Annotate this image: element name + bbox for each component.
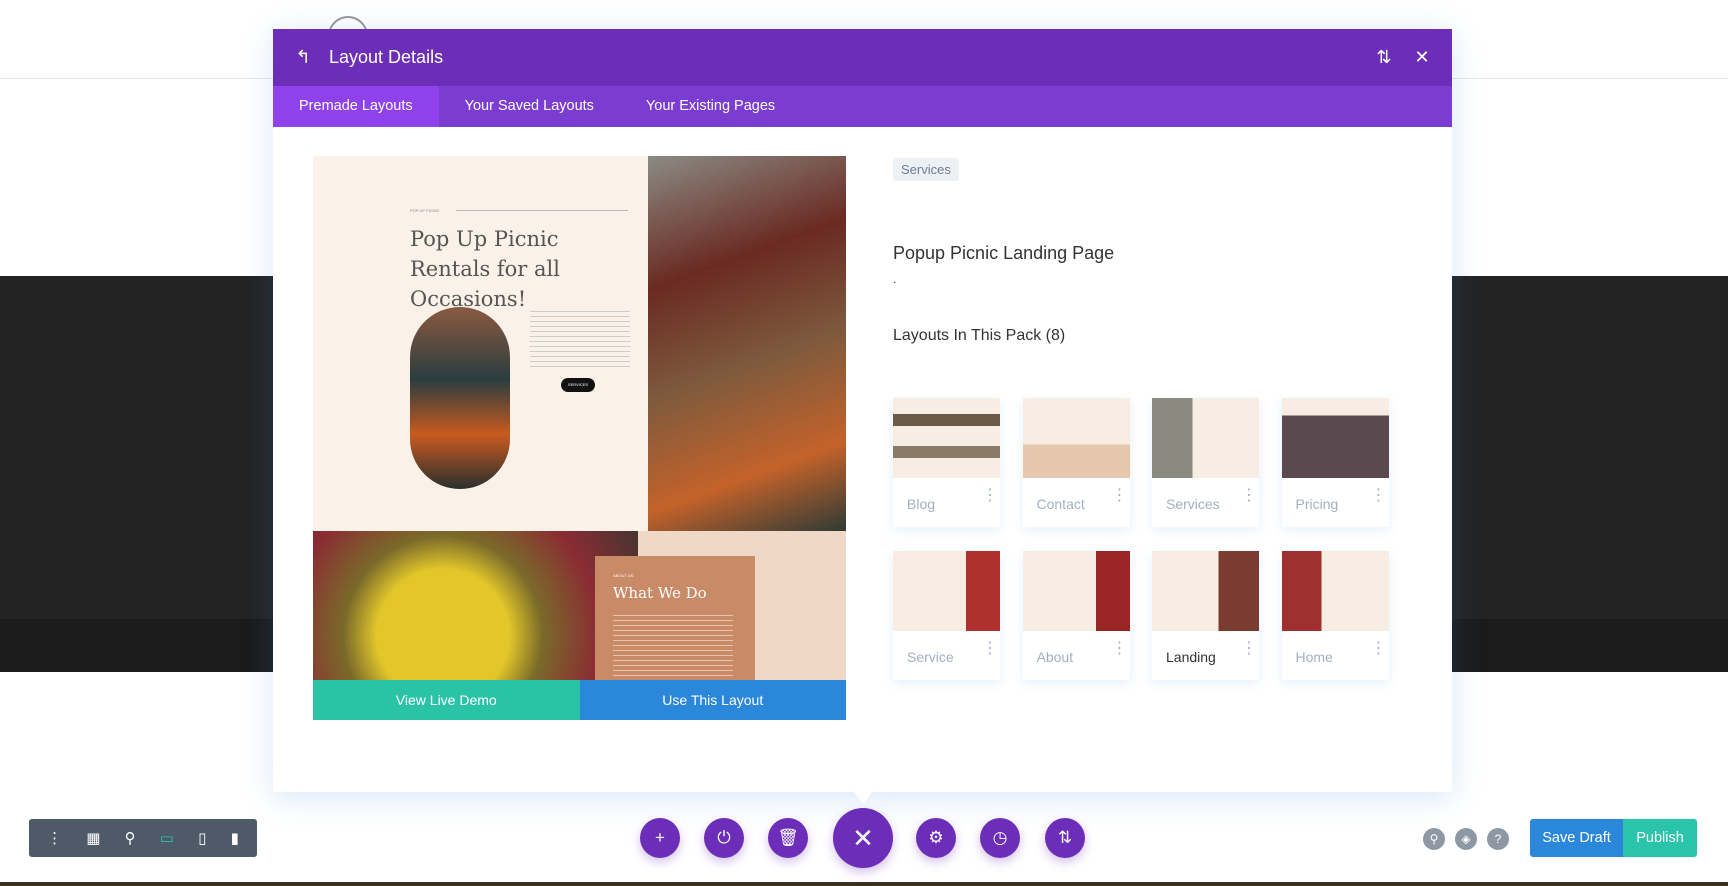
trash-icon: 🗑 [777, 828, 799, 847]
search-button[interactable]: ⚲ [1423, 828, 1445, 850]
preview-heading: Pop Up Picnic Rentals for all Occasions! [410, 227, 560, 311]
sort-button[interactable]: ⇅ [1045, 818, 1085, 858]
layout-thumbnail [893, 551, 1000, 631]
preview-oval-photo [410, 307, 510, 489]
layout-thumbnail [893, 398, 1000, 478]
zoom-icon[interactable]: ⚲ [125, 829, 136, 847]
category-badge: Services [893, 158, 959, 181]
layout-thumbnail [1022, 551, 1130, 631]
layout-card-pricing[interactable]: Pricing ⋮ [1281, 398, 1389, 527]
preview-body-text [530, 307, 630, 367]
power-icon: ⏻ [717, 828, 731, 847]
modal-pointer [854, 792, 872, 804]
modal-tabs: Premade Layouts Your Saved Layouts Your … [273, 86, 1452, 127]
save-draft-button[interactable]: Save Draft [1530, 819, 1623, 857]
layout-details-modal: ↰ Layout Details ⇅ ✕ Premade Layouts You… [273, 29, 1452, 792]
layout-description: . [893, 272, 897, 286]
gear-icon: ⚙ [928, 828, 944, 847]
pack-heading: Layouts In This Pack (8) [893, 327, 1066, 344]
preview-divider [456, 210, 628, 211]
back-arrow-icon[interactable]: ↰ [291, 47, 315, 68]
tab-premade-layouts[interactable]: Premade Layouts [273, 86, 439, 127]
layout-card-contact[interactable]: Contact ⋮ [1022, 398, 1130, 527]
layout-card-landing[interactable]: Landing ⋮ [1152, 551, 1259, 680]
publish-button[interactable]: Publish [1623, 819, 1697, 857]
layout-thumbnail [1281, 551, 1389, 631]
layout-card-label: Blog [907, 496, 936, 512]
view-live-demo-button[interactable]: View Live Demo [313, 680, 580, 720]
modal-title: Layout Details [329, 47, 444, 67]
preview-kicker: POP UP PICNIC [410, 208, 440, 213]
layout-card-about[interactable]: About ⋮ [1022, 551, 1130, 680]
more-options-icon[interactable]: ⋮ [1112, 488, 1128, 504]
layout-card-label: Home [1295, 649, 1333, 665]
layout-card-service[interactable]: Service ⋮ [893, 551, 1000, 680]
preview-about-box: ABOUT US What We Do [595, 556, 755, 680]
preview-actions: View Live Demo Use This Layout [313, 680, 846, 720]
preview-picnic-photo [648, 156, 846, 531]
close-builder-button[interactable]: ✕ [833, 808, 893, 868]
more-options-icon[interactable]: ⋮ [1371, 488, 1387, 504]
view-toolbar: ⋮ ▦ ⚲ ▭ ▯ ▮ [29, 819, 257, 857]
phone-view-icon[interactable]: ▮ [231, 829, 239, 847]
more-options-icon[interactable]: ⋮ [1241, 641, 1257, 657]
layers-icon: ◈ [1461, 832, 1471, 846]
layout-card-label: Pricing [1295, 496, 1339, 512]
help-icon: ? [1494, 832, 1502, 846]
more-options-icon[interactable]: ⋮ [982, 641, 998, 657]
layout-card-label: Services [1166, 496, 1220, 512]
tab-your-saved-layouts[interactable]: Your Saved Layouts [439, 86, 620, 127]
history-button[interactable]: ◷ [980, 818, 1020, 858]
layout-card-label: Contact [1036, 496, 1085, 512]
search-icon: ⚲ [1429, 832, 1439, 846]
more-options-icon[interactable]: ⋮ [47, 829, 62, 847]
tab-your-existing-pages[interactable]: Your Existing Pages [620, 86, 801, 127]
plus-icon: + [655, 828, 665, 847]
layout-card-services[interactable]: Services ⋮ [1152, 398, 1259, 527]
page-settings-button[interactable]: ⚙ [916, 818, 956, 858]
more-options-icon[interactable]: ⋮ [1371, 641, 1387, 657]
use-this-layout-button[interactable]: Use This Layout [579, 680, 846, 720]
layers-button[interactable]: ◈ [1455, 828, 1477, 850]
tablet-view-icon[interactable]: ▯ [198, 829, 206, 847]
sort-arrows-icon: ⇅ [1057, 828, 1073, 847]
clear-layout-button[interactable]: 🗑 [768, 818, 808, 858]
layout-thumbnail [1022, 398, 1130, 478]
layout-thumbnail [1281, 398, 1389, 478]
preview-flowers-photo [313, 531, 638, 680]
sort-arrows-icon[interactable]: ⇅ [1372, 47, 1396, 68]
page-bottom-edge [0, 882, 1728, 886]
modal-header: ↰ Layout Details ⇅ ✕ [273, 29, 1452, 86]
layout-card-label: Service [907, 649, 954, 665]
preview-hero: POP UP PICNIC Pop Up Picnic Rentals for … [313, 156, 648, 531]
close-icon[interactable]: ✕ [1410, 47, 1434, 68]
preview-services-button: SERVICES [561, 378, 595, 392]
clock-icon: ◷ [992, 828, 1008, 847]
layout-thumbnail [1152, 398, 1259, 478]
layout-card-home[interactable]: Home ⋮ [1281, 551, 1389, 680]
more-options-icon[interactable]: ⋮ [982, 488, 998, 504]
layout-card-label: About [1036, 649, 1074, 665]
desktop-view-icon[interactable]: ▭ [160, 829, 174, 847]
layout-card-blog[interactable]: Blog ⋮ [893, 398, 1000, 527]
portability-button[interactable]: ⏻ [704, 818, 744, 858]
preview-about-kicker: ABOUT US [613, 573, 634, 578]
layout-card-label: Landing [1166, 649, 1216, 665]
add-button[interactable]: + [640, 818, 680, 858]
more-options-icon[interactable]: ⋮ [1112, 641, 1128, 657]
layout-thumbnail [1152, 551, 1259, 631]
more-options-icon[interactable]: ⋮ [1241, 488, 1257, 504]
preview-about-heading: What We Do [613, 584, 707, 602]
layout-title: Popup Picnic Landing Page [893, 243, 1115, 263]
preview-about-text [613, 611, 733, 677]
close-icon: ✕ [852, 823, 874, 853]
layout-preview-image: POP UP PICNIC Pop Up Picnic Rentals for … [313, 156, 846, 680]
wireframe-view-icon[interactable]: ▦ [86, 829, 100, 847]
help-button[interactable]: ? [1487, 828, 1509, 850]
